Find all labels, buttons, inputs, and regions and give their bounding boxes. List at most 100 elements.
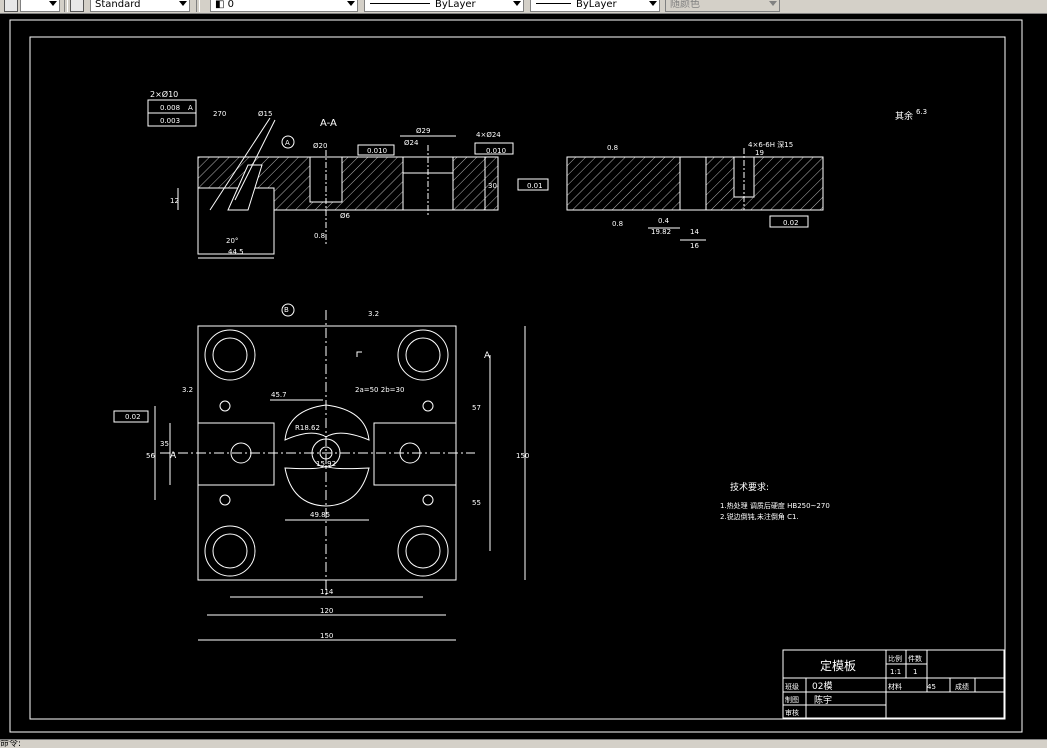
section-cut-a-right: A: [484, 351, 491, 361]
toolbar-separator: [64, 0, 68, 12]
pocket-right: [373, 422, 457, 486]
dim-4985: 49.85: [310, 511, 330, 519]
corner-mark: [356, 351, 362, 357]
tb-scale-value: 1:1: [890, 668, 901, 676]
text-style-value: Standard: [95, 0, 141, 10]
dimstyle-icon[interactable]: [70, 0, 84, 12]
corner-hole-br-inner: [405, 533, 441, 569]
side-view: [517, 148, 824, 241]
plotstyle-value: 随颜色: [670, 0, 700, 10]
tech-req-title: 技术要求:: [730, 481, 769, 493]
dim-55: 55: [472, 499, 481, 507]
dim-14: 14: [690, 228, 699, 236]
plotstyle-dropdown[interactable]: 随颜色: [665, 0, 780, 12]
dim-04: 0.4: [658, 217, 670, 225]
side-rough-08: 0.8: [607, 144, 618, 152]
part-name: 定模板: [820, 658, 856, 673]
tech-req-2: 2.锐边倒钝,未注倒角 C1.: [720, 512, 799, 521]
tb-qty-header: 件数: [908, 654, 922, 663]
layer-dropdown[interactable]: ◧ 0: [210, 0, 358, 12]
dim-16: 16: [690, 242, 699, 250]
linetype-dropdown[interactable]: ByLayer: [364, 0, 524, 12]
corner-hole-tl-inner: [212, 337, 248, 373]
pin-hole-tl: [219, 400, 231, 412]
tol-value-0010: 0.010: [367, 147, 387, 155]
linetype-sample: [370, 3, 430, 4]
plan-rough-32-b: 3.2: [182, 386, 193, 394]
toolbar-separator: [196, 0, 200, 12]
tol-value-0010-b: 0.010: [486, 147, 506, 155]
layer-value: 0: [227, 0, 235, 10]
tb-scale-header: 比例: [888, 654, 902, 663]
dim-35: 35: [160, 440, 169, 448]
dim-24: Ø24: [404, 139, 419, 147]
tech-req-1: 1.热处理 调质后硬度 HB250~270: [720, 501, 830, 510]
side-tol-002: 0.02: [783, 219, 799, 227]
dim-457: 45.7: [271, 391, 287, 399]
dimstyle-dropdown[interactable]: [20, 0, 60, 12]
dim-44-5: 44.5: [228, 248, 244, 256]
dim-150-v: 150: [516, 452, 529, 460]
dim-20deg: 20°: [226, 237, 238, 245]
tol-value-0008: 0.008: [160, 104, 180, 112]
tb-material-value: 45: [927, 683, 936, 691]
text-style-icon[interactable]: [4, 0, 18, 12]
drawing-canvas[interactable]: A-A A 2×Ø10 0.008 A 0.003 Ø29 Ø20 Ø24 4×…: [0, 14, 1047, 739]
rest-roughness-note: 其余: [895, 110, 913, 122]
properties-toolbar: Standard ◧ 0 ByLayer ByLayer 随颜色: [0, 0, 1047, 14]
runner-lower: [284, 465, 370, 507]
rest-roughness-value: 6.3: [916, 108, 927, 116]
lineweight-dropdown[interactable]: ByLayer: [530, 0, 660, 12]
tb-row1-value: 02模: [812, 681, 832, 692]
tb-row2-value: 陈宇: [814, 694, 832, 706]
tb-qty-value: 1: [913, 668, 917, 676]
dim-120: 120: [320, 607, 333, 615]
datum-a-label: A: [285, 139, 290, 147]
dim-20: Ø20: [313, 142, 327, 150]
datum-b-label: B: [284, 306, 289, 314]
side-rough-08-b: 0.8: [612, 220, 623, 228]
dim-114: 114: [320, 588, 334, 596]
runner-upper: [284, 404, 370, 441]
lineweight-value: ByLayer: [576, 0, 617, 10]
linetype-value: ByLayer: [435, 0, 476, 10]
note-2phi10: 2×Ø10: [150, 89, 178, 99]
thread-note: 4×6-6H 深15: [748, 140, 793, 149]
pin-hole-bl: [219, 494, 231, 506]
tb-row3-label: 审核: [785, 708, 799, 717]
lineweight-sample: [536, 3, 571, 4]
dim-29: Ø29: [416, 127, 430, 135]
dim-1982: 19.82: [651, 228, 671, 236]
dim-57: 57: [472, 404, 481, 412]
tb-row1-label: 班级: [785, 682, 799, 691]
dim-4phi24: 4×Ø24: [476, 131, 501, 139]
dim-270: 270: [213, 110, 226, 118]
plan-rough-32: 3.2: [368, 310, 379, 318]
dim-19: 19: [755, 149, 764, 157]
section-label: A-A: [320, 118, 337, 129]
dim-15: Ø15: [258, 110, 272, 118]
dim-30: 30: [488, 182, 497, 190]
dim-6: Ø6: [340, 212, 351, 220]
tol-value-0003: 0.003: [160, 117, 180, 125]
pin-hole-tr: [422, 400, 434, 412]
pocket-left: [197, 422, 275, 486]
text-style-dropdown[interactable]: Standard: [90, 0, 190, 12]
corner-hole-tr-inner: [405, 337, 441, 373]
tb-row2-label: 制图: [785, 695, 799, 704]
dim-1592: 15.92: [316, 460, 336, 468]
drawing-frame: [29, 36, 1006, 720]
sheet-border: [9, 19, 1023, 733]
pin-hole-br: [422, 494, 434, 506]
tol-ref-a: A: [188, 104, 193, 112]
dim-150-h: 150: [320, 632, 333, 640]
layer-icon: ◧: [215, 0, 228, 10]
dim-r1862: R18.62: [295, 424, 320, 432]
dim-08-a: 0.8: [314, 232, 325, 240]
side-tol-value: 0.01: [527, 182, 543, 190]
note-2a2b: 2a=50 2b=30: [355, 386, 404, 394]
corner-hole-bl-inner: [212, 533, 248, 569]
tb-material-header: 材料: [888, 682, 902, 691]
tb-grade-header: 成绩: [955, 682, 969, 691]
dim-12: 12: [170, 197, 179, 205]
